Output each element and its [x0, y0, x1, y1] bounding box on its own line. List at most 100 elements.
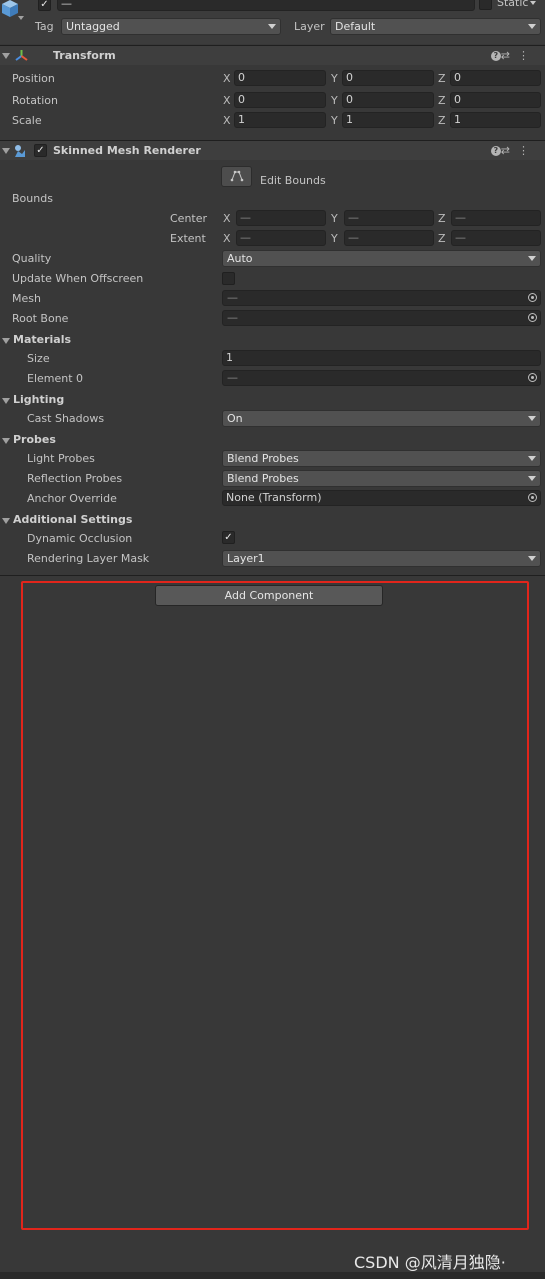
- icon-dropdown-icon[interactable]: [18, 16, 24, 20]
- root-bone-field[interactable]: —: [222, 310, 541, 326]
- chevron-down-icon: [528, 456, 536, 461]
- update-offscreen-checkbox[interactable]: [222, 272, 235, 285]
- axis-y-label[interactable]: Y: [331, 94, 338, 107]
- center-x-field[interactable]: —: [236, 210, 326, 226]
- axis-y-label[interactable]: Y: [331, 232, 338, 245]
- axis-z-label[interactable]: Z: [438, 232, 446, 245]
- axis-z-label[interactable]: Z: [438, 94, 446, 107]
- foldout-arrow-icon[interactable]: [2, 438, 10, 444]
- tag-value: Untagged: [66, 20, 120, 33]
- edit-bounds-label[interactable]: Edit Bounds: [260, 174, 326, 187]
- name-field[interactable]: —: [57, 0, 475, 11]
- axis-x-label[interactable]: X: [223, 72, 231, 85]
- light-probes-dropdown[interactable]: Blend Probes: [222, 450, 541, 467]
- anchor-override-value: None (Transform): [226, 491, 322, 504]
- light-probes-label: Light Probes: [27, 452, 95, 465]
- header-icons: ? ⇄⋮: [490, 49, 537, 62]
- chevron-down-icon: [268, 24, 276, 29]
- foldout-arrow-icon[interactable]: [2, 398, 10, 404]
- position-label: Position: [12, 72, 55, 85]
- preset-icon[interactable]: ⇄: [501, 144, 518, 157]
- scale-z-field[interactable]: 1: [450, 112, 541, 128]
- static-label[interactable]: Static: [497, 0, 528, 9]
- tag-dropdown[interactable]: Untagged: [61, 18, 281, 35]
- dynamic-occlusion-label: Dynamic Occlusion: [27, 532, 133, 545]
- help-icon[interactable]: ?: [490, 146, 501, 156]
- axis-x-label[interactable]: X: [223, 114, 231, 127]
- static-checkbox[interactable]: [479, 0, 492, 10]
- add-component-button[interactable]: Add Component: [155, 585, 383, 606]
- transform-title: Transform: [53, 49, 116, 62]
- axis-y-label[interactable]: Y: [331, 212, 338, 225]
- dynamic-occlusion-checkbox[interactable]: ✓: [222, 531, 235, 544]
- axis-y-label[interactable]: Y: [331, 114, 338, 127]
- axis-x-label[interactable]: X: [223, 94, 231, 107]
- extent-y-field[interactable]: —: [344, 230, 434, 246]
- position-x-field[interactable]: 0: [234, 70, 326, 86]
- axis-z-label[interactable]: Z: [438, 212, 446, 225]
- tag-label: Tag: [35, 20, 54, 33]
- extent-x-field[interactable]: —: [236, 230, 326, 246]
- skinned-mesh-icon: [15, 145, 25, 157]
- gameobject-header: ✓ — Static Tag Untagged Layer Default: [0, 0, 545, 44]
- quality-dropdown[interactable]: Auto: [222, 250, 541, 267]
- object-picker-icon[interactable]: [528, 373, 537, 382]
- object-picker-icon[interactable]: [528, 313, 537, 322]
- rotation-z-field[interactable]: 0: [450, 92, 541, 108]
- mesh-field[interactable]: —: [222, 290, 541, 306]
- renderer-enabled-checkbox[interactable]: ✓: [34, 144, 47, 157]
- extent-z-field[interactable]: —: [451, 230, 541, 246]
- foldout-arrow-icon[interactable]: [2, 518, 10, 524]
- edit-bounds-icon: [230, 170, 244, 182]
- foldout-arrow-icon[interactable]: [2, 338, 10, 344]
- skinned-mesh-renderer-header[interactable]: ✓ Skinned Mesh Renderer ? ⇄⋮: [0, 140, 545, 160]
- probes-label[interactable]: Probes: [13, 433, 56, 446]
- position-z-field[interactable]: 0: [450, 70, 541, 86]
- axis-x-label[interactable]: X: [223, 232, 231, 245]
- center-y-field[interactable]: —: [344, 210, 434, 226]
- center-z-field[interactable]: —: [451, 210, 541, 226]
- transform-icon: [15, 50, 28, 61]
- help-icon[interactable]: ?: [490, 51, 501, 61]
- watermark: CSDN @风清月独隐·: [354, 1253, 506, 1272]
- extent-label: Extent: [170, 232, 206, 245]
- additional-settings-label[interactable]: Additional Settings: [13, 513, 132, 526]
- rotation-x-field[interactable]: 0: [234, 92, 326, 108]
- anchor-override-field[interactable]: None (Transform): [222, 490, 541, 506]
- layer-dropdown[interactable]: Default: [330, 18, 541, 35]
- cast-shadows-dropdown[interactable]: On: [222, 410, 541, 427]
- foldout-arrow-icon[interactable]: [2, 148, 10, 154]
- lighting-label[interactable]: Lighting: [13, 393, 64, 406]
- axis-y-label[interactable]: Y: [331, 72, 338, 85]
- element0-field[interactable]: —: [222, 370, 541, 386]
- transform-header[interactable]: Transform ? ⇄⋮: [0, 45, 545, 65]
- position-y-field[interactable]: 0: [342, 70, 434, 86]
- preset-icon[interactable]: ⇄: [501, 49, 518, 62]
- rendering-layer-mask-dropdown[interactable]: Layer1: [222, 550, 541, 567]
- static-dropdown-icon[interactable]: [530, 1, 536, 5]
- rotation-y-field[interactable]: 0: [342, 92, 434, 108]
- light-probes-value: Blend Probes: [227, 452, 299, 465]
- edit-bounds-button[interactable]: [221, 166, 252, 187]
- reflection-probes-dropdown[interactable]: Blend Probes: [222, 470, 541, 487]
- layer-label: Layer: [294, 20, 325, 33]
- object-picker-icon[interactable]: [528, 493, 537, 502]
- active-checkbox[interactable]: ✓: [38, 0, 51, 11]
- component-divider: [0, 575, 545, 576]
- scale-y-field[interactable]: 1: [342, 112, 434, 128]
- axis-x-label[interactable]: X: [223, 212, 231, 225]
- mesh-label: Mesh: [12, 292, 41, 305]
- rendering-layer-mask-value: Layer1: [227, 552, 265, 565]
- update-offscreen-label: Update When Offscreen: [12, 272, 144, 285]
- menu-icon[interactable]: ⋮: [518, 144, 537, 157]
- size-field[interactable]: 1: [222, 350, 541, 366]
- menu-icon[interactable]: ⋮: [518, 49, 537, 62]
- scale-x-field[interactable]: 1: [234, 112, 326, 128]
- axis-z-label[interactable]: Z: [438, 114, 446, 127]
- object-picker-icon[interactable]: [528, 293, 537, 302]
- cast-shadows-label: Cast Shadows: [27, 412, 105, 425]
- chevron-down-icon: [528, 256, 536, 261]
- materials-label[interactable]: Materials: [13, 333, 71, 346]
- axis-z-label[interactable]: Z: [438, 72, 446, 85]
- foldout-arrow-icon[interactable]: [2, 53, 10, 59]
